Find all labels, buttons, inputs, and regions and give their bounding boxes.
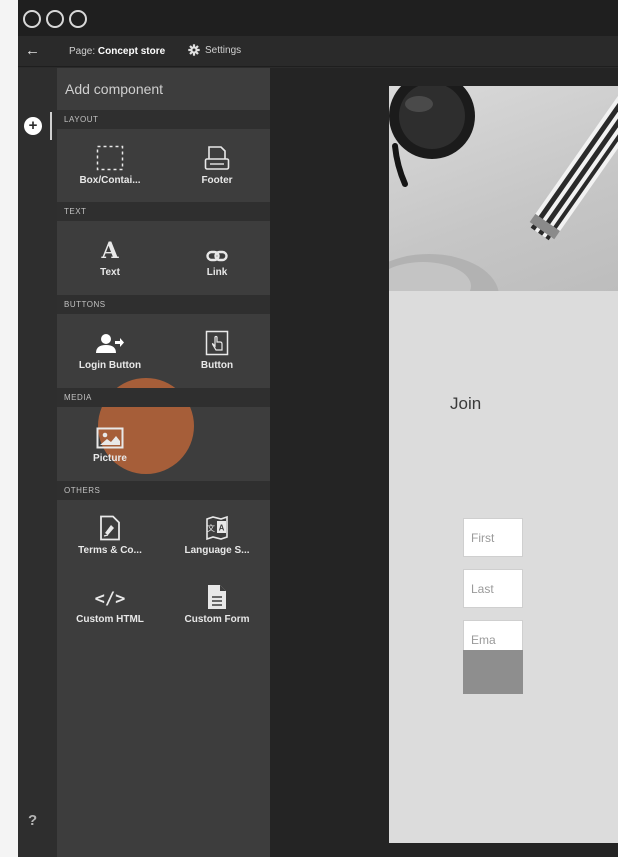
signup-heading: Join (450, 394, 482, 413)
component-picture[interactable]: Picture (57, 419, 163, 464)
section-media: MEDIA (57, 388, 270, 407)
settings-label: Settings (205, 44, 242, 56)
component-login-button[interactable]: Login Button (57, 326, 163, 371)
add-component-panel: Add component LAYOUT Box/Contai... Foote… (57, 68, 270, 857)
component-language-selector[interactable]: A文 Language S... (164, 511, 270, 556)
svg-text:A: A (219, 524, 225, 533)
left-rail: + ? (18, 68, 57, 857)
hero-image[interactable] (389, 86, 618, 291)
window-maximize-button[interactable] (69, 10, 87, 28)
add-component-button[interactable]: + (24, 117, 42, 135)
window-close-button[interactable] (23, 10, 41, 28)
page-preview[interactable] (389, 86, 618, 843)
help-button[interactable]: ? (28, 812, 37, 829)
svg-text:文: 文 (207, 523, 215, 533)
component-terms-conditions[interactable]: Terms & Co... (57, 511, 163, 556)
component-link[interactable]: Link (164, 233, 270, 278)
submit-button[interactable] (463, 650, 523, 694)
active-indicator (50, 112, 52, 140)
component-label: Login Button (78, 360, 142, 371)
dashed-box-icon (96, 145, 124, 171)
component-label: Button (200, 360, 234, 371)
component-label: Box/Contai... (79, 175, 141, 186)
form-document-icon (208, 585, 226, 609)
page-prefix: Page: (69, 46, 96, 57)
button-click-icon (205, 330, 229, 356)
last-name-field[interactable]: Last (463, 569, 523, 608)
component-label: Text (100, 267, 120, 278)
section-others: OTHERS (57, 481, 270, 500)
component-label: Custom HTML (76, 614, 144, 625)
plus-icon: + (28, 117, 38, 134)
component-text[interactable]: A Text (57, 233, 163, 278)
back-arrow-icon[interactable]: ← (25, 42, 40, 60)
hero-photo (389, 86, 618, 291)
window-minimize-button[interactable] (46, 10, 64, 28)
component-label: Custom Form (184, 614, 250, 625)
component-custom-form[interactable]: Custom Form (164, 580, 270, 625)
component-label: Language S... (184, 545, 250, 556)
panel-title: Add component (65, 81, 164, 97)
user-login-icon (96, 334, 124, 353)
link-icon (206, 250, 228, 262)
picture-icon (96, 427, 124, 449)
page-name: Concept store (97, 46, 166, 57)
first-name-field[interactable]: First (463, 518, 523, 557)
settings-button[interactable]: Settings (188, 44, 241, 56)
document-signature-icon (100, 515, 120, 541)
section-text: TEXT (57, 202, 270, 221)
component-custom-html[interactable]: </> Custom HTML (57, 580, 163, 625)
section-layout: LAYOUT (57, 110, 270, 129)
section-buttons: BUTTONS (57, 295, 270, 314)
page-selector[interactable]: Page: Concept store (69, 46, 165, 57)
component-footer[interactable]: Footer (164, 141, 270, 186)
component-label: Terms & Co... (78, 545, 142, 556)
code-icon: </> (94, 589, 126, 609)
footer-icon (204, 146, 230, 170)
app-window: ← Page: Concept store Settings + ? Add c… (18, 0, 618, 857)
component-box-container[interactable]: Box/Contai... (57, 141, 163, 186)
editor-canvas: Join First Last Ema (270, 68, 618, 857)
page-toolbar: ← Page: Concept store Settings (18, 36, 618, 67)
component-button[interactable]: Button (164, 326, 270, 371)
component-label: Footer (201, 175, 233, 186)
component-label: Picture (93, 453, 127, 464)
gear-icon (188, 44, 200, 56)
component-label: Link (206, 267, 228, 278)
language-map-icon: A文 (206, 515, 228, 541)
window-titlebar (18, 0, 618, 36)
text-icon: A (101, 238, 119, 264)
